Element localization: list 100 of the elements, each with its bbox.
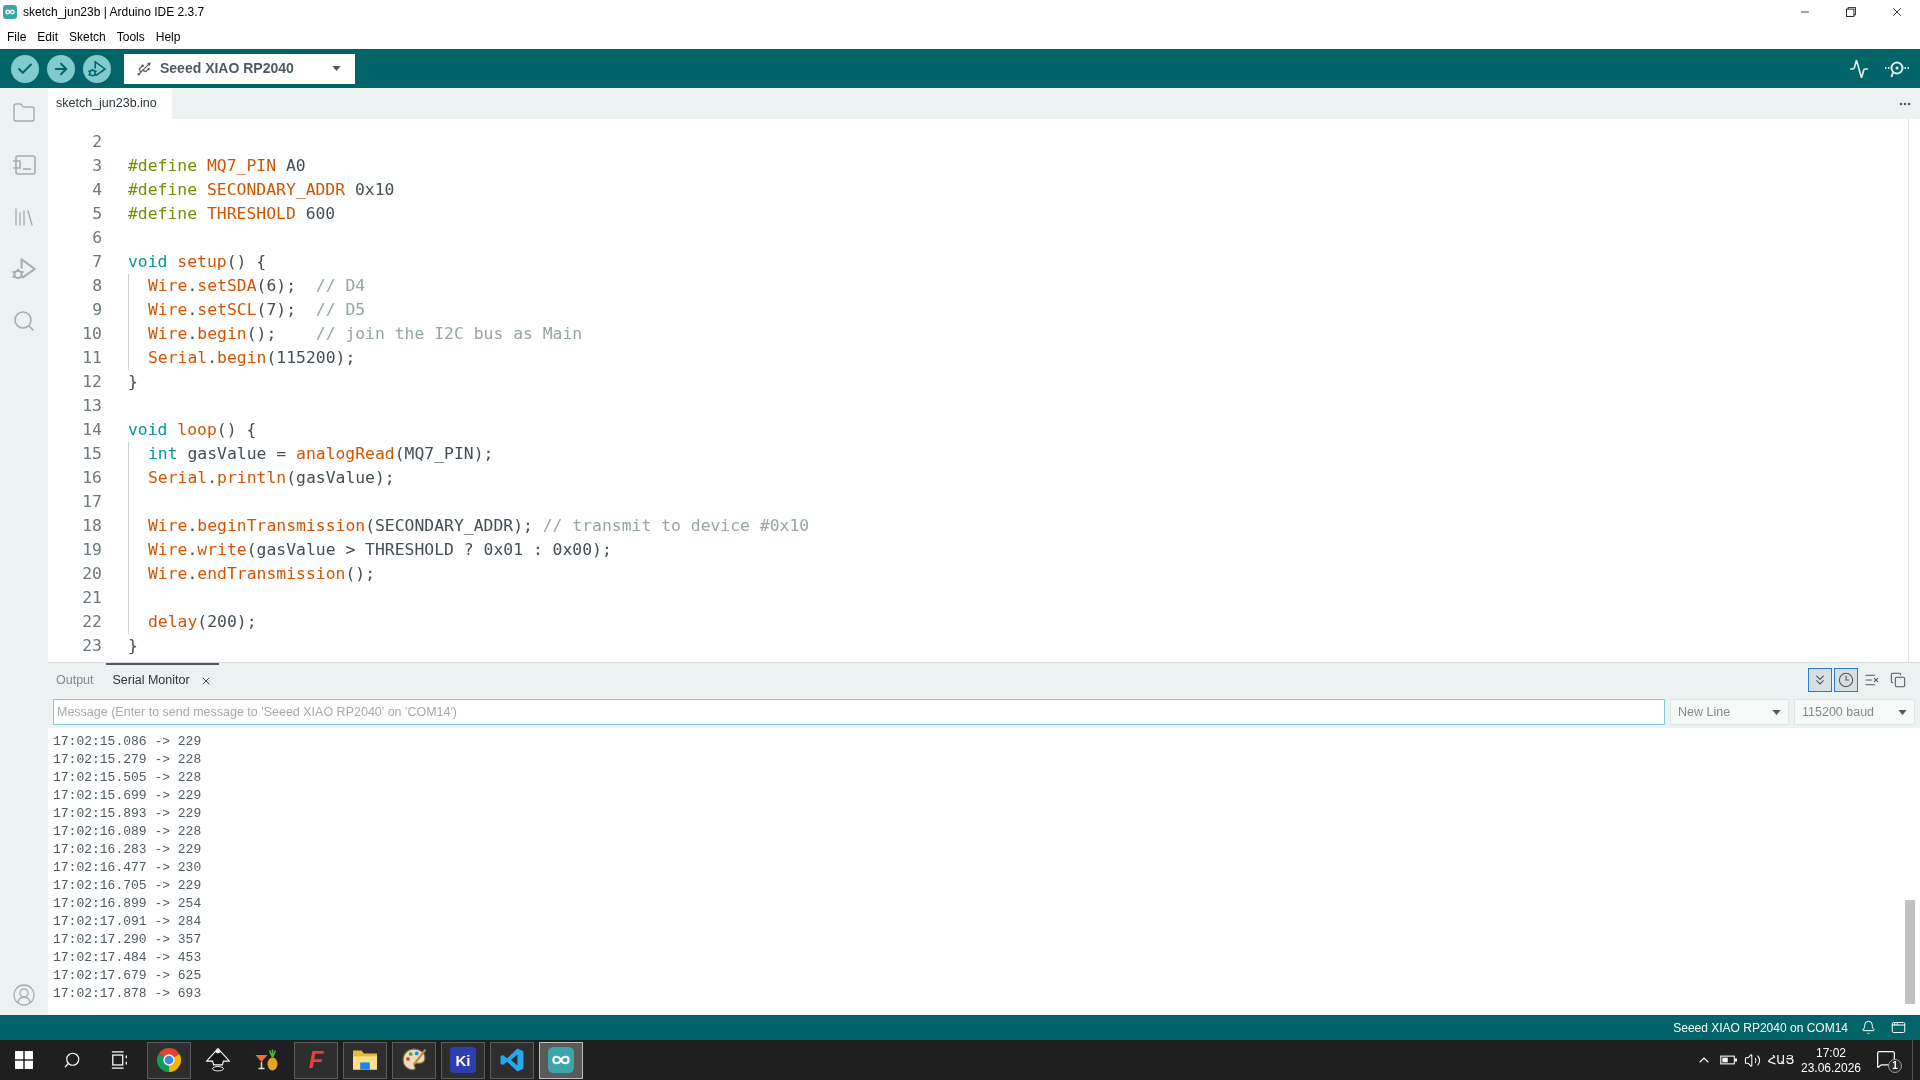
code-line: #define MQ7_PIN A0 xyxy=(128,157,306,175)
caret-icon xyxy=(1772,709,1781,715)
editor-tab[interactable]: sketch_jun23b.ino xyxy=(48,88,172,119)
copy-icon xyxy=(1890,671,1906,688)
code-line: #define THRESHOLD 600 xyxy=(128,205,336,223)
pulse-icon xyxy=(1849,58,1869,79)
code-line: #define SECONDARY_ADDR 0x10 xyxy=(128,181,395,199)
clock-button[interactable]: 17:02 23.06.2026 xyxy=(1798,1040,1864,1080)
message-field[interactable]: Message (Enter to send message to 'Seeed XIAO RP2040' on 'COM14') xyxy=(53,699,1665,725)
code-line: Serial.println(gasValue); xyxy=(148,469,395,487)
serial-output-line: 17:02:16.899 -> 254 xyxy=(53,896,202,910)
code-line: Wire.begin(); // join the I2C bus as Main xyxy=(148,325,583,343)
code-line: delay(200); xyxy=(148,613,257,631)
message-icon xyxy=(1876,1049,1896,1069)
ink-mountain-icon xyxy=(206,1048,230,1072)
serial-output-line: 17:02:16.705 -> 229 xyxy=(53,878,202,892)
code-line: Wire.write(gasValue > THRESHOLD ? 0x01 : 0x00); xyxy=(148,541,612,559)
serial-output-line: 17:02:15.699 -> 229 xyxy=(53,788,202,802)
usb-icon xyxy=(136,60,152,77)
serial-output-line: 17:02:16.477 -> 230 xyxy=(53,860,202,874)
task-view-icon xyxy=(110,1051,129,1069)
code-line: Wire.setSCL(7); // D5 xyxy=(148,301,366,319)
window-title: sketch_jun23b | Arduino IDE 2.3.7 xyxy=(23,4,205,21)
serial-plotter-button[interactable] xyxy=(1848,57,1870,80)
line-number: 17 xyxy=(81,493,102,511)
line-number: 3 xyxy=(91,157,102,175)
menu-item[interactable]: Help xyxy=(155,30,181,43)
windows-logo-icon xyxy=(15,1051,33,1069)
timestamp-toggle[interactable] xyxy=(1834,667,1858,692)
serial-output-line: 17:02:17.091 -> 284 xyxy=(53,914,202,928)
drinks-icon xyxy=(255,1048,279,1072)
serial-output-line: 17:02:17.679 -> 625 xyxy=(53,968,202,982)
window-icon xyxy=(1890,1020,1906,1035)
code-line: Wire.beginTransmission(SECONDARY_ADDR); // transmit to device #0x10 xyxy=(148,517,810,535)
verify-button[interactable] xyxy=(11,54,39,83)
palette-icon xyxy=(402,1048,426,1072)
serial-output-line: 17:02:17.878 -> 693 xyxy=(53,986,202,1000)
action-center-button[interactable]: 1 xyxy=(1864,1040,1912,1080)
line-number: 14 xyxy=(81,421,102,439)
autoscroll-toggle[interactable] xyxy=(1808,667,1832,692)
menu-item[interactable]: Edit xyxy=(37,30,59,43)
line-number: 6 xyxy=(91,229,102,247)
clock-icon xyxy=(1838,671,1854,688)
taskbar-app-button[interactable]: Ki xyxy=(441,1041,485,1079)
serial-output-line: 17:02:15.505 -> 228 xyxy=(53,770,202,784)
line-number: 9 xyxy=(91,301,102,319)
serial-output-line: 17:02:16.089 -> 228 xyxy=(53,824,202,838)
clock-date: 23.06.2026 xyxy=(1800,1061,1862,1074)
play-bug-icon xyxy=(12,257,36,281)
debug-button[interactable] xyxy=(83,54,111,83)
board-icon xyxy=(12,155,36,175)
line-number: 5 xyxy=(91,205,102,223)
line-number: 18 xyxy=(81,517,102,535)
code-line: } xyxy=(128,373,138,391)
line-number: 12 xyxy=(81,373,102,391)
menu-item[interactable]: Sketch xyxy=(69,30,106,43)
browser-icon xyxy=(157,1048,181,1072)
serial-output-line: 17:02:15.893 -> 229 xyxy=(53,806,202,820)
taskbar-app-button[interactable] xyxy=(343,1041,387,1079)
search-icon xyxy=(63,1051,81,1069)
line-number: 20 xyxy=(81,565,102,583)
line-number: 2 xyxy=(91,133,102,151)
line-number: 19 xyxy=(81,541,102,559)
line-number: 16 xyxy=(81,469,102,487)
notifications-button[interactable] xyxy=(1860,1019,1876,1036)
upload-button[interactable] xyxy=(47,54,75,83)
serial-output-line: 17:02:17.290 -> 357 xyxy=(53,932,202,946)
line-number: 23 xyxy=(81,637,102,655)
taskbar-app-button[interactable] xyxy=(147,1041,191,1079)
restore-icon xyxy=(1846,7,1856,17)
books-icon xyxy=(12,205,36,229)
taskbar-app-button[interactable] xyxy=(392,1041,436,1079)
line-number: 21 xyxy=(81,589,102,607)
infinity-logo-icon xyxy=(3,5,17,19)
speaker-icon xyxy=(1743,1051,1761,1069)
scrollbar-thumb[interactable] xyxy=(1905,900,1915,1004)
menu-item[interactable]: File xyxy=(7,30,27,43)
taskbar-app-button[interactable] xyxy=(539,1041,583,1079)
menu-item[interactable]: Tools xyxy=(116,30,145,43)
code-line: void loop() { xyxy=(128,421,257,439)
board-selector[interactable]: Seeed XIAO RP2040 xyxy=(124,53,355,84)
play-bug-icon xyxy=(88,59,106,78)
language-button[interactable]: ՀԱՅ xyxy=(1764,1040,1798,1080)
serial-output-line: 17:02:15.086 -> 229 xyxy=(53,734,202,748)
taskbar-app-button[interactable] xyxy=(490,1041,534,1079)
code-line: Serial.begin(115200); xyxy=(148,349,356,367)
user-icon xyxy=(12,983,36,1007)
serial-output-line: 17:02:17.484 -> 453 xyxy=(53,950,202,964)
ribbon-logo-icon xyxy=(500,1048,524,1072)
app-logo: F xyxy=(308,1048,324,1072)
caret-icon xyxy=(332,66,341,71)
serial-output-line: 17:02:16.283 -> 229 xyxy=(53,842,202,856)
line-number: 13 xyxy=(81,397,102,415)
line-number: 10 xyxy=(81,325,102,343)
serial-output-line: 17:02:15.279 -> 228 xyxy=(53,752,202,766)
toggle-panel-button[interactable] xyxy=(1890,1019,1906,1036)
app-logo: Ki xyxy=(450,1047,476,1073)
bell-icon xyxy=(1860,1020,1876,1035)
folder-icon xyxy=(12,101,36,125)
folder-icon xyxy=(353,1050,377,1070)
